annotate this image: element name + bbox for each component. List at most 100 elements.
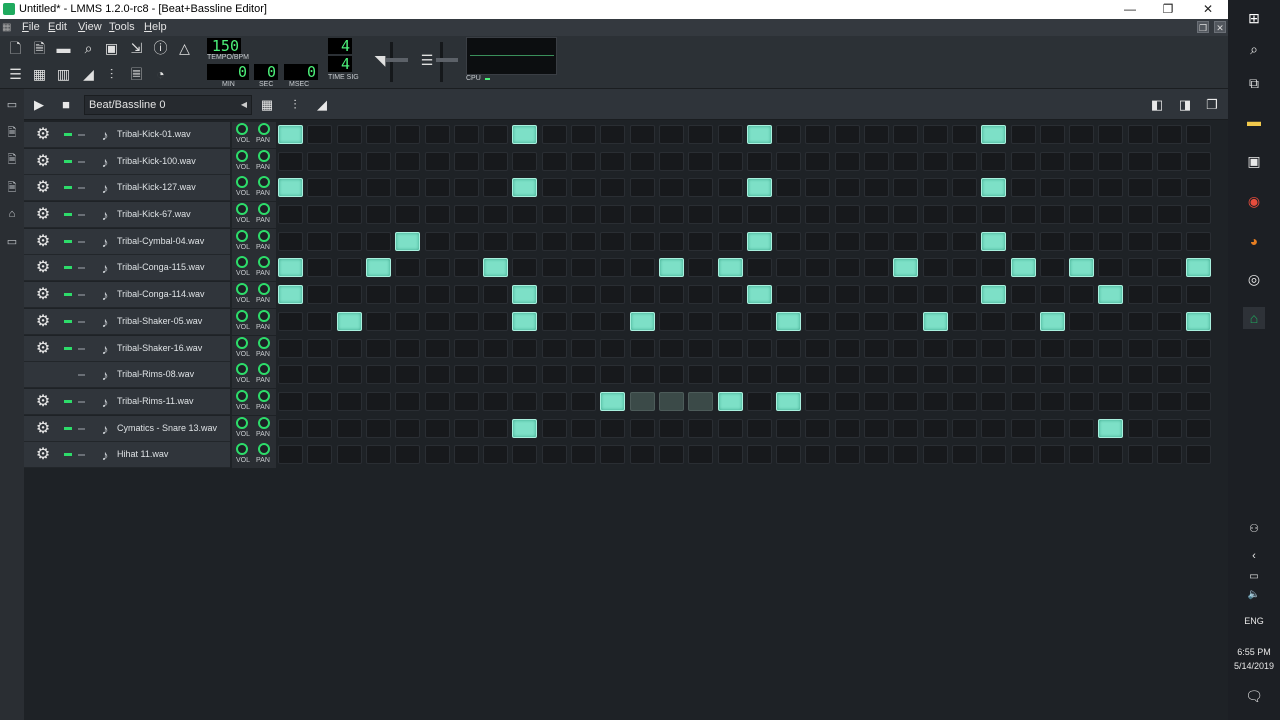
add-sample-track-button[interactable]: ⫶ — [284, 94, 306, 116]
step-button[interactable] — [541, 205, 567, 225]
step-button[interactable] — [805, 285, 831, 305]
step-button[interactable] — [483, 285, 509, 305]
step-button[interactable] — [834, 338, 860, 358]
step-button[interactable] — [981, 445, 1007, 465]
step-button[interactable] — [1098, 178, 1124, 198]
step-button[interactable] — [1010, 205, 1036, 225]
mixer-icon[interactable]: ⫶ — [101, 64, 122, 85]
step-button[interactable] — [307, 338, 333, 358]
step-button[interactable] — [688, 391, 714, 411]
step-button[interactable] — [512, 285, 538, 305]
step-button[interactable] — [600, 125, 626, 144]
step-button[interactable] — [834, 205, 860, 225]
step-button[interactable] — [600, 258, 626, 278]
metronome-icon[interactable]: △ — [174, 38, 195, 59]
step-button[interactable] — [805, 151, 831, 171]
step-button[interactable] — [834, 231, 860, 251]
menu-tools[interactable]: Tools — [109, 21, 135, 33]
step-button[interactable] — [776, 311, 802, 331]
step-button[interactable] — [658, 125, 684, 144]
step-button[interactable] — [365, 258, 391, 278]
step-button[interactable] — [1039, 391, 1065, 411]
step-button[interactable] — [1069, 338, 1095, 358]
step-button[interactable] — [483, 391, 509, 411]
step-button[interactable] — [1157, 125, 1182, 144]
pan-knob[interactable] — [258, 389, 270, 402]
close-button[interactable]: ✕ — [1188, 1, 1228, 17]
search-icon[interactable]: ⌕ — [1243, 38, 1265, 60]
step-button[interactable] — [1098, 338, 1124, 358]
solo-button[interactable] — [78, 267, 85, 270]
step-button[interactable] — [893, 365, 919, 385]
gear-icon[interactable]: ⚙ — [34, 233, 52, 251]
step-button[interactable] — [1039, 418, 1065, 438]
step-button[interactable] — [365, 205, 391, 225]
pan-knob[interactable] — [258, 203, 270, 216]
step-button[interactable] — [453, 445, 479, 465]
step-button[interactable] — [541, 311, 567, 331]
step-button[interactable] — [1186, 125, 1212, 144]
step-button[interactable] — [951, 178, 977, 198]
step-button[interactable] — [776, 445, 802, 465]
step-button[interactable] — [600, 445, 626, 465]
store-icon[interactable]: ▣ — [1243, 150, 1265, 172]
beat-bassline-editor-icon[interactable]: ▦ — [29, 64, 50, 85]
clock-time[interactable]: 6:55 PM — [1228, 647, 1280, 657]
step-button[interactable] — [1157, 231, 1182, 251]
step-button[interactable] — [365, 338, 391, 358]
step-button[interactable] — [922, 151, 948, 171]
remove-steps-button[interactable]: ◧ — [1146, 94, 1168, 116]
step-button[interactable] — [834, 125, 860, 144]
step-button[interactable] — [424, 338, 450, 358]
step-button[interactable] — [278, 178, 303, 198]
step-button[interactable] — [512, 365, 538, 385]
step-button[interactable] — [365, 418, 391, 438]
windows-start-icon[interactable]: ⊞ — [1243, 7, 1265, 29]
chevron-left-icon[interactable]: ‹ — [1243, 545, 1265, 567]
step-button[interactable] — [1010, 151, 1036, 171]
track-name[interactable]: Tribal-Kick-01.wav — [117, 129, 191, 139]
step-button[interactable] — [834, 391, 860, 411]
step-button[interactable] — [805, 311, 831, 331]
step-button[interactable] — [571, 231, 596, 251]
step-button[interactable] — [951, 418, 977, 438]
step-button[interactable] — [1010, 178, 1036, 198]
step-button[interactable] — [1098, 418, 1124, 438]
maximize-button[interactable]: ❐ — [1148, 1, 1188, 17]
step-button[interactable] — [893, 231, 919, 251]
step-button[interactable] — [1157, 445, 1182, 465]
step-button[interactable] — [746, 311, 772, 331]
step-button[interactable] — [981, 125, 1007, 144]
step-button[interactable] — [746, 205, 772, 225]
step-button[interactable] — [893, 178, 919, 198]
step-button[interactable] — [1186, 338, 1212, 358]
step-button[interactable] — [453, 178, 479, 198]
step-button[interactable] — [951, 311, 977, 331]
step-button[interactable] — [1157, 365, 1182, 385]
step-button[interactable] — [336, 311, 362, 331]
step-button[interactable] — [834, 258, 860, 278]
step-button[interactable] — [1127, 151, 1153, 171]
step-button[interactable] — [864, 391, 889, 411]
step-button[interactable] — [746, 125, 772, 144]
step-button[interactable] — [1157, 338, 1182, 358]
solo-button[interactable] — [78, 320, 85, 323]
step-button[interactable] — [834, 285, 860, 305]
step-button[interactable] — [834, 178, 860, 198]
step-button[interactable] — [424, 178, 450, 198]
step-button[interactable] — [893, 258, 919, 278]
stop-button[interactable]: ■ — [55, 94, 77, 116]
step-button[interactable] — [805, 391, 831, 411]
step-button[interactable] — [688, 205, 714, 225]
step-button[interactable] — [571, 418, 596, 438]
step-button[interactable] — [512, 338, 538, 358]
step-button[interactable] — [365, 178, 391, 198]
volume-icon[interactable]: 🔈 — [1243, 584, 1265, 606]
step-button[interactable] — [512, 445, 538, 465]
step-button[interactable] — [1039, 258, 1065, 278]
step-button[interactable] — [1157, 178, 1182, 198]
step-button[interactable] — [864, 285, 889, 305]
notifications-icon[interactable]: 🗨 — [1243, 685, 1265, 707]
volume-knob[interactable] — [236, 203, 248, 216]
step-button[interactable] — [717, 418, 743, 438]
